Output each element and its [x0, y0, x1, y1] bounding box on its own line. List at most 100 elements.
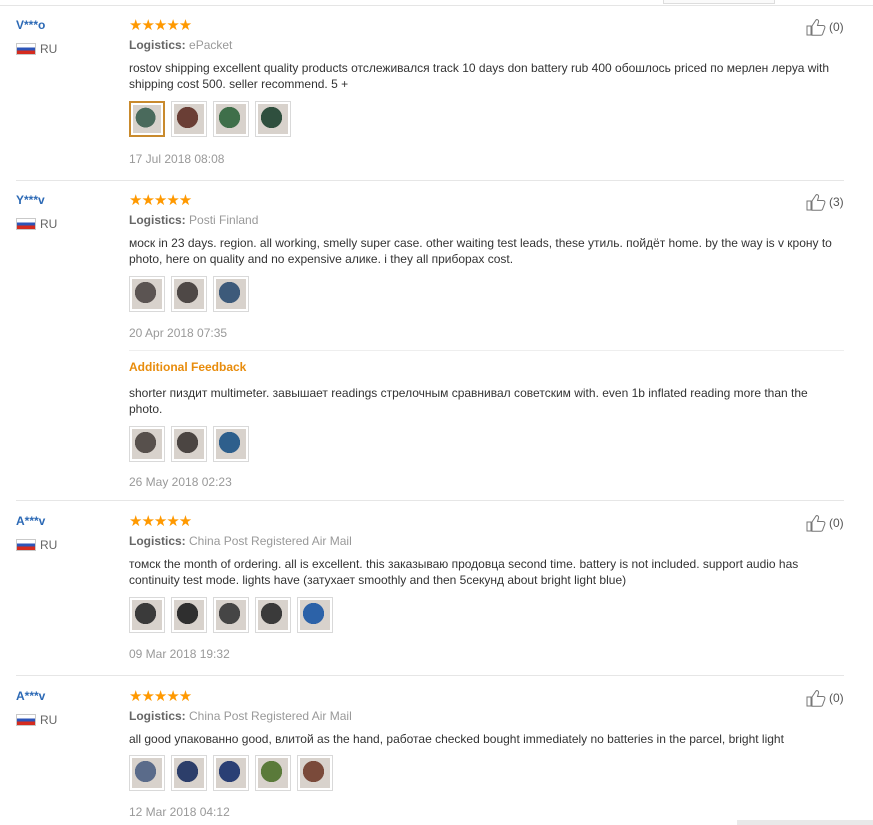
review-text: all good упакованно good, влитой as the …	[129, 732, 784, 746]
stars-icon: ★★★★★	[129, 192, 192, 209]
review-photo[interactable]	[171, 597, 207, 633]
helpful-button[interactable]: (3)	[806, 192, 844, 212]
bottom-bar	[737, 820, 873, 825]
photo-image	[132, 600, 162, 630]
top-divider	[0, 0, 873, 6]
reviewer-country: RU	[16, 713, 116, 727]
review-photos	[129, 276, 255, 312]
reviewer-name[interactable]: Y***v	[16, 192, 116, 208]
review-photo[interactable]	[171, 101, 207, 137]
review-photos	[129, 101, 297, 137]
stars-icon: ★★★★★	[129, 17, 192, 34]
review-divider	[16, 675, 844, 676]
review-photo[interactable]	[129, 597, 165, 633]
review-photo[interactable]	[213, 426, 249, 462]
review-photo[interactable]	[129, 426, 165, 462]
additional-feedback-divider	[129, 350, 844, 351]
russia-flag-icon	[16, 539, 36, 551]
review-photo[interactable]	[213, 597, 249, 633]
helpful-count: (0)	[829, 516, 844, 530]
star-rating: ★★★★★	[129, 17, 192, 34]
logistics-value: China Post Registered Air Mail	[189, 709, 352, 723]
reviewer-name[interactable]: V***o	[16, 17, 116, 33]
star-rating: ★★★★★	[129, 192, 192, 209]
review-photos	[129, 597, 339, 633]
thumbs-up-icon	[806, 690, 826, 707]
logistics-value: ePacket	[189, 38, 233, 52]
review-photo[interactable]	[213, 755, 249, 791]
logistics-value: Posti Finland	[189, 213, 259, 227]
photo-image	[216, 600, 246, 630]
thumbs-up-icon	[806, 19, 826, 36]
review-date: 20 Apr 2018 07:35	[129, 326, 228, 340]
review-date: 17 Jul 2018 08:08	[129, 152, 225, 166]
photo-image	[132, 279, 162, 309]
star-rating: ★★★★★	[129, 688, 192, 705]
review-photo[interactable]	[297, 755, 333, 791]
helpful-count: (0)	[829, 20, 844, 34]
photo-image	[132, 758, 162, 788]
review-photo[interactable]	[213, 276, 249, 312]
stars-icon: ★★★★★	[129, 688, 192, 705]
reviewer-info: V***o RU	[16, 17, 116, 56]
logistics-value: China Post Registered Air Mail	[189, 534, 352, 548]
additional-feedback-title: Additional Feedback	[129, 360, 247, 374]
logistics-label: Logistics:	[129, 709, 186, 723]
review-photo[interactable]	[129, 101, 165, 137]
helpful-button[interactable]: (0)	[806, 688, 844, 708]
thumbs-up-icon	[806, 515, 826, 532]
reviewer-info: A***v RU	[16, 688, 116, 727]
review-photos	[129, 755, 339, 791]
country-code: RU	[40, 42, 58, 56]
photo-image	[174, 758, 204, 788]
logistics-info: Logistics: China Post Registered Air Mai…	[129, 708, 352, 724]
photo-image	[258, 104, 288, 134]
logistics-info: Logistics: ePacket	[129, 37, 232, 53]
photo-image	[174, 279, 204, 309]
review-date: 12 Mar 2018 04:12	[129, 805, 230, 819]
photo-image	[216, 758, 246, 788]
review-photo[interactable]	[213, 101, 249, 137]
country-code: RU	[40, 538, 58, 552]
reviewer-info: Y***v RU	[16, 192, 116, 231]
reviewer-name[interactable]: A***v	[16, 513, 116, 529]
logistics-label: Logistics:	[129, 38, 186, 52]
reviewer-country: RU	[16, 538, 116, 552]
reviewer-country: RU	[16, 217, 116, 231]
review-photo[interactable]	[255, 755, 291, 791]
review-photo[interactable]	[171, 276, 207, 312]
reviewer-name[interactable]: A***v	[16, 688, 116, 704]
russia-flag-icon	[16, 714, 36, 726]
photo-image	[132, 429, 162, 459]
russia-flag-icon	[16, 43, 36, 55]
review-photo[interactable]	[129, 755, 165, 791]
helpful-count: (0)	[829, 691, 844, 705]
review-photo[interactable]	[297, 597, 333, 633]
review-photo[interactable]	[255, 597, 291, 633]
helpful-button[interactable]: (0)	[806, 513, 844, 533]
review-divider	[16, 180, 844, 181]
review-photo[interactable]	[255, 101, 291, 137]
pagination-control[interactable]	[663, 0, 775, 4]
logistics-label: Logistics:	[129, 534, 186, 548]
photo-image	[133, 105, 161, 133]
photo-image	[216, 429, 246, 459]
country-code: RU	[40, 217, 58, 231]
reviewer-info: A***v RU	[16, 513, 116, 552]
review-photo[interactable]	[129, 276, 165, 312]
additional-feedback-photos	[129, 426, 255, 462]
country-code: RU	[40, 713, 58, 727]
photo-image	[216, 104, 246, 134]
review-text: моск in 23 days. region. all working, sm…	[129, 236, 832, 266]
photo-image	[300, 600, 330, 630]
review-photo[interactable]	[171, 426, 207, 462]
russia-flag-icon	[16, 218, 36, 230]
logistics-label: Logistics:	[129, 213, 186, 227]
photo-image	[216, 279, 246, 309]
reviewer-country: RU	[16, 42, 116, 56]
additional-feedback-date: 26 May 2018 02:23	[129, 475, 232, 489]
helpful-button[interactable]: (0)	[806, 17, 844, 37]
review-text: rostov shipping excellent quality produc…	[129, 61, 830, 91]
photo-image	[258, 758, 288, 788]
review-photo[interactable]	[171, 755, 207, 791]
